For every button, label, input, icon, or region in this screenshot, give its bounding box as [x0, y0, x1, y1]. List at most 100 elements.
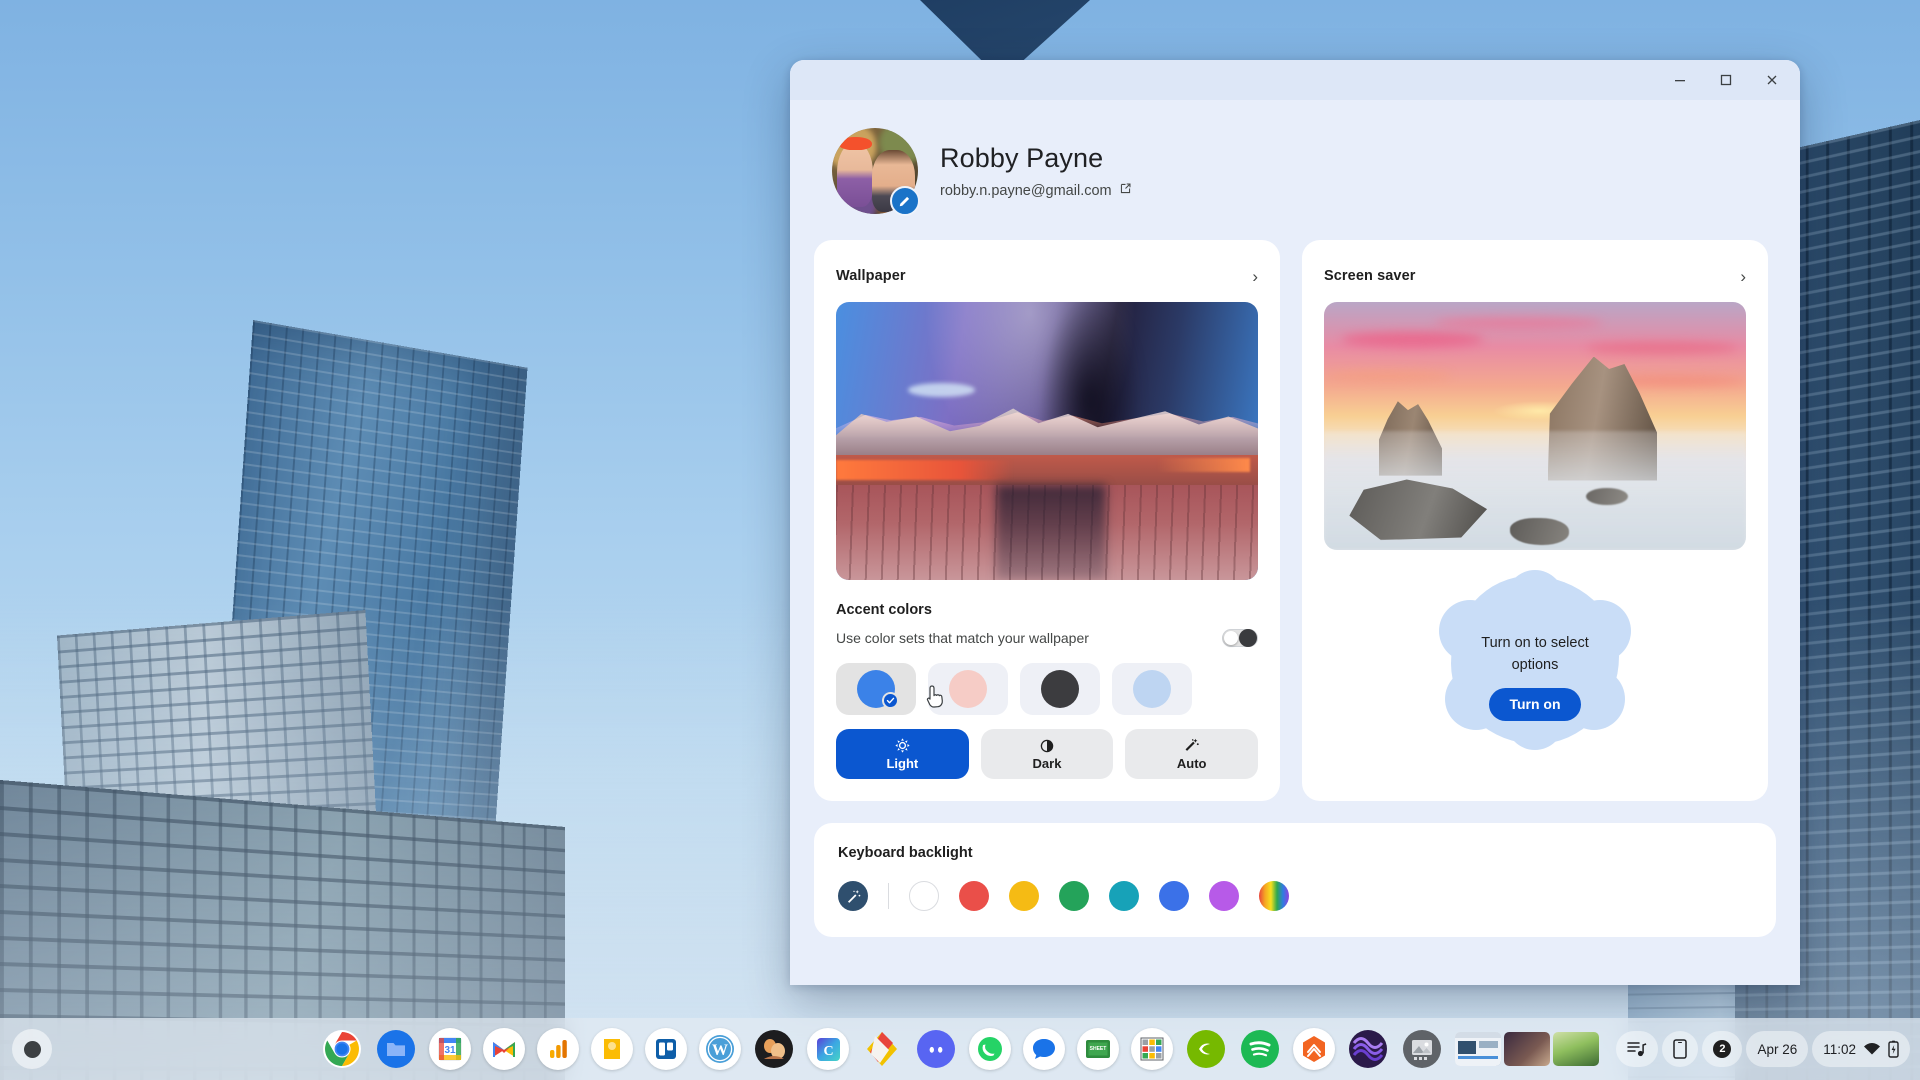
kb-swatch-purple[interactable]: [1209, 881, 1239, 911]
theme-mode-light[interactable]: Light: [836, 729, 969, 779]
accent-swatch-light-blue[interactable]: [1112, 663, 1192, 715]
theme-mode-auto-label: Auto: [1176, 756, 1207, 771]
shelf-app-discord[interactable]: [915, 1028, 957, 1070]
accent-toggle-row: Use color sets that match your wallpaper: [836, 629, 1258, 647]
accent-swatch-blue[interactable]: [836, 663, 916, 715]
theme-mode-group: Light Dark Auto: [836, 729, 1259, 779]
shelf-app-greenapp[interactable]: SHEET: [1077, 1028, 1119, 1070]
svg-text:31: 31: [444, 1045, 456, 1056]
accent-toggle-switch[interactable]: [1222, 629, 1258, 647]
shelf-app-gallery[interactable]: [1401, 1028, 1443, 1070]
shelf-app-whatsapp[interactable]: [969, 1028, 1011, 1070]
shelf-app-trello[interactable]: [645, 1028, 687, 1070]
screensaver-empty-state: Turn on to select options Turn on: [1324, 570, 1746, 750]
window-thumbnail[interactable]: [1553, 1032, 1599, 1066]
keyboard-backlight-swatches: [838, 881, 1752, 911]
launcher-button[interactable]: [12, 1029, 52, 1069]
cards-row: Wallpaper › Accent colors Use color sets…: [790, 240, 1800, 801]
theme-mode-light-label: Light: [886, 756, 919, 771]
kb-swatch-white[interactable]: [909, 881, 939, 911]
kb-swatch-teal[interactable]: [1109, 881, 1139, 911]
half-circle-icon: [1040, 739, 1054, 752]
mouse-cursor: [926, 685, 943, 708]
notification-count: 2: [1713, 1040, 1732, 1058]
shelf-app-nvidia[interactable]: [1185, 1028, 1227, 1070]
date-text: Apr 26: [1757, 1041, 1798, 1057]
page-title: Robby Payne: [940, 143, 1104, 173]
shelf-app-spotify[interactable]: [1239, 1028, 1281, 1070]
shelf-app-orange-hex[interactable]: [1293, 1028, 1335, 1070]
accent-swatch-list: [836, 663, 1258, 715]
shelf-app-grid[interactable]: [1131, 1028, 1173, 1070]
accent-swatch-dark[interactable]: [1020, 663, 1100, 715]
close-button[interactable]: [1750, 64, 1794, 96]
sun-icon: [895, 738, 910, 753]
theme-mode-dark[interactable]: Dark: [980, 729, 1114, 779]
kb-swatch-rainbow[interactable]: [1259, 881, 1289, 911]
external-link-icon[interactable]: [1119, 182, 1132, 199]
screensaver-card-header[interactable]: Screen saver ›: [1324, 260, 1746, 292]
shelf-app-podcast[interactable]: [753, 1028, 795, 1070]
shelf-app-canva[interactable]: C: [807, 1028, 849, 1070]
svg-text:W: W: [712, 1042, 728, 1059]
personalization-settings-window: Robby Payne robby.n.payne@gmail.com Wall…: [790, 60, 1800, 985]
minimize-button[interactable]: [1658, 64, 1702, 96]
kb-swatch-green[interactable]: [1059, 881, 1089, 911]
profile-text: Robby Payne robby.n.payne@gmail.com: [940, 143, 1132, 199]
window-thumbnail[interactable]: [1504, 1032, 1550, 1066]
svg-text:SHEET: SHEET: [1090, 1046, 1107, 1052]
pencil-icon[interactable]: [890, 186, 920, 216]
maximize-button[interactable]: [1704, 64, 1748, 96]
notification-counter-button[interactable]: 2: [1702, 1031, 1743, 1067]
phone-hub-button[interactable]: [1662, 1031, 1699, 1067]
magic-wand-icon: [847, 889, 860, 903]
screensaver-title: Screen saver: [1324, 268, 1416, 284]
profile-email: robby.n.payne@gmail.com: [940, 182, 1112, 199]
shelf-app-files[interactable]: [375, 1028, 417, 1070]
wallpaper-title: Wallpaper: [836, 268, 906, 284]
profile-header: Robby Payne robby.n.payne@gmail.com: [790, 100, 1800, 240]
theme-mode-auto[interactable]: Auto: [1125, 729, 1259, 779]
wallpaper-preview[interactable]: [836, 302, 1258, 580]
wallpaper-card: Wallpaper › Accent colors Use color sets…: [814, 240, 1280, 801]
date-button[interactable]: Apr 26: [1746, 1031, 1809, 1067]
kb-swatch-yellow[interactable]: [1009, 881, 1039, 911]
kb-swatch-red[interactable]: [959, 881, 989, 911]
shelf-app-messages[interactable]: [1023, 1028, 1065, 1070]
screensaver-empty-text: Turn on to select options: [1481, 635, 1589, 673]
check-icon: [882, 692, 899, 709]
accent-toggle-label: Use color sets that match your wallpaper: [836, 630, 1089, 646]
profile-email-row[interactable]: robby.n.payne@gmail.com: [940, 182, 1132, 199]
window-thumbnail[interactable]: [1455, 1032, 1501, 1066]
shelf-app-keep[interactable]: [591, 1028, 633, 1070]
theme-mode-dark-label: Dark: [1032, 755, 1062, 771]
chevron-right-icon[interactable]: ›: [1252, 268, 1258, 285]
turn-on-button[interactable]: Turn on: [1489, 687, 1581, 721]
kb-swatch-auto-wand[interactable]: [838, 881, 868, 911]
status-area-button[interactable]: 11:02: [1812, 1031, 1910, 1067]
shelf-app-calendar[interactable]: 31: [429, 1028, 471, 1070]
shelf-app-analytics[interactable]: [537, 1028, 579, 1070]
time-text: 11:02: [1823, 1041, 1856, 1057]
wifi-icon: [1864, 1043, 1880, 1055]
chevron-right-icon[interactable]: ›: [1740, 268, 1746, 285]
avatar[interactable]: [832, 128, 920, 216]
kb-swatch-blue[interactable]: [1159, 881, 1189, 911]
shelf-app-gmail[interactable]: [483, 1028, 525, 1070]
keyboard-backlight-title: Keyboard backlight: [838, 845, 973, 861]
shelf-app-wordpress[interactable]: W: [699, 1028, 741, 1070]
shelf-app-colorapp[interactable]: [861, 1028, 903, 1070]
wallpaper-card-header[interactable]: Wallpaper ›: [836, 260, 1258, 292]
media-playlist-button[interactable]: [1616, 1031, 1659, 1067]
screensaver-card: Screen saver › Turn on to select options…: [1302, 240, 1768, 801]
window-thumbnails[interactable]: [1455, 1032, 1599, 1066]
media-playlist-icon: [1627, 1042, 1647, 1057]
shelf-app-purple-orb[interactable]: [1347, 1028, 1389, 1070]
shelf: 31 W C SHEET 2 Apr 26 11:02: [0, 1018, 1920, 1080]
shelf-app-chrome[interactable]: [321, 1028, 363, 1070]
screensaver-preview[interactable]: [1324, 302, 1746, 550]
shelf-app-list: 31 W C SHEET: [321, 1028, 1599, 1070]
window-titlebar: [790, 60, 1800, 100]
magic-wand-icon: [1185, 738, 1199, 751]
keyboard-backlight-card: Keyboard backlight: [814, 823, 1776, 937]
